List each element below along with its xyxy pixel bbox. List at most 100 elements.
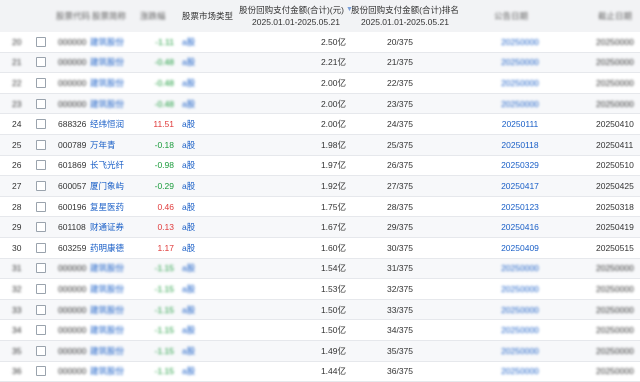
price-change: -0.29 (132, 176, 174, 196)
table-row[interactable]: 22000000建筑股份-0.48a股2.00亿22/3752025000020… (0, 73, 640, 94)
announce-date-link[interactable]: 20250000 (480, 341, 560, 361)
market-type-link[interactable]: a股 (182, 320, 222, 340)
market-type-link[interactable]: a股 (182, 300, 222, 320)
announce-date-link[interactable]: 20250000 (480, 53, 560, 73)
row-checkbox[interactable] (36, 325, 46, 335)
row-checkbox[interactable] (36, 222, 46, 232)
market-type-link[interactable]: a股 (182, 176, 222, 196)
announce-date-link[interactable]: 20250118 (480, 135, 560, 155)
row-checkbox-cell[interactable] (36, 238, 48, 258)
row-checkbox-cell[interactable] (36, 362, 48, 382)
announce-date-link[interactable]: 20250000 (480, 94, 560, 114)
market-type-link[interactable]: a股 (182, 238, 222, 258)
table-row[interactable]: 23000000建筑股份-0.48a股2.00亿23/3752025000020… (0, 94, 640, 115)
market-type-link[interactable]: a股 (182, 32, 222, 52)
table-row[interactable]: 32000000建筑股份-1.15a股1.53亿32/3752025000020… (0, 279, 640, 300)
announce-date-link[interactable]: 20250000 (480, 300, 560, 320)
row-checkbox-cell[interactable] (36, 156, 48, 176)
row-checkbox-cell[interactable] (36, 217, 48, 237)
market-type-link[interactable]: a股 (182, 53, 222, 73)
market-type-link[interactable]: a股 (182, 94, 222, 114)
header-market-type[interactable]: 股票市场类型 (182, 0, 233, 32)
row-checkbox[interactable] (36, 305, 46, 315)
market-type-link[interactable]: a股 (182, 156, 222, 176)
table-row[interactable]: 29601108财通证券0.13a股1.67亿29/37520250416202… (0, 217, 640, 238)
table-row[interactable]: 34000000建筑股份-1.15a股1.50亿34/3752025000020… (0, 320, 640, 341)
table-row[interactable]: 35000000建筑股份-1.15a股1.49亿35/3752025000020… (0, 341, 640, 362)
row-checkbox[interactable] (36, 160, 46, 170)
table-row[interactable]: 30603259药明康德1.17a股1.60亿30/37520250409202… (0, 238, 640, 259)
table-row[interactable]: 25000789万年青-0.18a股1.98亿25/37520250118202… (0, 135, 640, 156)
announce-date-link[interactable]: 20250000 (480, 73, 560, 93)
announce-date-link[interactable]: 20250111 (480, 114, 560, 134)
market-type-link[interactable]: a股 (182, 73, 222, 93)
table-row[interactable]: 26601869长飞光纤-0.98a股1.97亿26/3752025032920… (0, 156, 640, 177)
announce-date-link[interactable]: 20250000 (480, 362, 560, 382)
row-checkbox-cell[interactable] (36, 53, 48, 73)
row-checkbox-cell[interactable] (36, 135, 48, 155)
market-type-link[interactable]: a股 (182, 279, 222, 299)
market-type-link[interactable]: a股 (182, 217, 222, 237)
row-checkbox-cell[interactable] (36, 114, 48, 134)
market-type-link[interactable]: a股 (182, 341, 222, 361)
announce-date-link[interactable]: 20250000 (480, 320, 560, 340)
end-date: 20250000 (596, 279, 640, 299)
header-name[interactable]: 股票简称 (92, 0, 126, 32)
row-checkbox[interactable] (36, 140, 46, 150)
row-checkbox-cell[interactable] (36, 197, 48, 217)
row-checkbox-cell[interactable] (36, 259, 48, 279)
repurchase-amount: 1.44亿 (250, 362, 346, 382)
header-change[interactable]: 涨跌幅 (140, 0, 166, 32)
market-type-link[interactable]: a股 (182, 362, 222, 382)
header-repurchase-amount[interactable]: 股份回购支付金额(合计)(元) ▼ 2025.01.01-2025.05.21 (244, 0, 348, 32)
row-checkbox[interactable] (36, 78, 46, 88)
row-checkbox[interactable] (36, 57, 46, 67)
row-checkbox-cell[interactable] (36, 73, 48, 93)
table-row[interactable]: 21000000建筑股份-0.48a股2.21亿21/3752025000020… (0, 53, 640, 74)
header-date2[interactable]: 截止日期 (598, 0, 632, 32)
row-checkbox[interactable] (36, 366, 46, 376)
table-row[interactable]: 36000000建筑股份-1.15a股1.44亿36/3752025000020… (0, 362, 640, 382)
end-date: 20250510 (596, 156, 640, 176)
row-checkbox[interactable] (36, 181, 46, 191)
market-type-link[interactable]: a股 (182, 135, 222, 155)
row-checkbox[interactable] (36, 284, 46, 294)
announce-date-link[interactable]: 20250000 (480, 279, 560, 299)
row-checkbox[interactable] (36, 202, 46, 212)
row-checkbox-cell[interactable] (36, 94, 48, 114)
row-checkbox[interactable] (36, 119, 46, 129)
header-code[interactable]: 股票代码 (56, 0, 90, 32)
table-row[interactable]: 20000000建筑股份-1.11a股2.50亿20/3752025000020… (0, 32, 640, 53)
market-type-link[interactable]: a股 (182, 114, 222, 134)
table-row[interactable]: 27600057厦门象屿-0.29a股1.92亿27/3752025041720… (0, 176, 640, 197)
table-row[interactable]: 24688326经纬恒润11.51a股2.00亿24/3752025011120… (0, 114, 640, 135)
table-row[interactable]: 33000000建筑股份-1.15a股1.50亿33/3752025000020… (0, 300, 640, 321)
row-checkbox[interactable] (36, 346, 46, 356)
announce-date-link[interactable]: 20250123 (480, 197, 560, 217)
row-checkbox[interactable] (36, 243, 46, 253)
announce-date-link[interactable]: 20250329 (480, 156, 560, 176)
row-checkbox-cell[interactable] (36, 279, 48, 299)
end-date: 20250411 (596, 135, 640, 155)
row-checkbox[interactable] (36, 37, 46, 47)
market-type-link[interactable]: a股 (182, 197, 222, 217)
announce-date-link[interactable]: 20250409 (480, 238, 560, 258)
row-checkbox-cell[interactable] (36, 320, 48, 340)
announce-date-link[interactable]: 20250416 (480, 217, 560, 237)
row-index: 29 (12, 217, 32, 237)
announce-date-link[interactable]: 20250417 (480, 176, 560, 196)
announce-date-link[interactable]: 20250000 (480, 32, 560, 52)
table-row[interactable]: 31000000建筑股份-1.15a股1.54亿31/3752025000020… (0, 259, 640, 280)
announce-date-link[interactable]: 20250000 (480, 259, 560, 279)
header-repurchase-rank[interactable]: 股份回购支付金额(合计)排名 2025.01.01-2025.05.21 (350, 0, 460, 32)
market-type-link[interactable]: a股 (182, 259, 222, 279)
row-checkbox-cell[interactable] (36, 300, 48, 320)
table-row[interactable]: 28600196复星医药0.46a股1.75亿28/37520250123202… (0, 197, 640, 218)
header-repurchase-amount-range: 2025.01.01-2025.05.21 (252, 16, 340, 28)
row-checkbox[interactable] (36, 99, 46, 109)
row-checkbox-cell[interactable] (36, 341, 48, 361)
row-checkbox-cell[interactable] (36, 176, 48, 196)
header-date1[interactable]: 公告日期 (494, 0, 528, 32)
row-checkbox-cell[interactable] (36, 32, 48, 52)
row-checkbox[interactable] (36, 263, 46, 273)
